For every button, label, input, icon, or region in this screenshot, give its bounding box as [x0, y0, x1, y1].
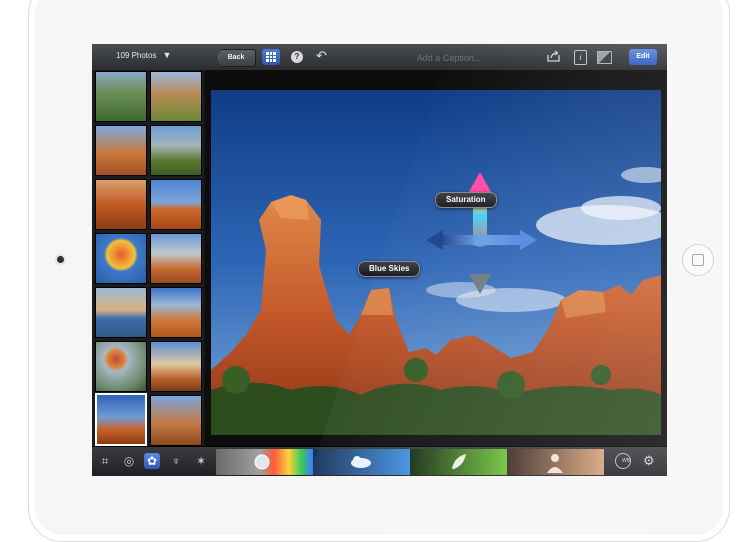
skin-tones-swatch[interactable]: [507, 449, 604, 475]
back-button[interactable]: Back: [216, 49, 256, 67]
crop-icon[interactable]: ⌗: [97, 453, 113, 469]
caption-input[interactable]: [352, 49, 546, 67]
undo-icon[interactable]: ↶: [316, 48, 327, 64]
saturation-swatch[interactable]: [216, 449, 313, 475]
share-icon[interactable]: [547, 50, 560, 62]
white-balance-icon[interactable]: WB: [615, 453, 631, 469]
photo-count-label: 109 Photos: [116, 51, 157, 60]
thumbnail[interactable]: [95, 341, 147, 392]
thumbnail[interactable]: [150, 179, 202, 230]
saturation-label: Saturation: [435, 192, 497, 208]
thumbnail[interactable]: [95, 179, 147, 230]
settings-icon[interactable]: ⚙: [643, 453, 655, 469]
thumbnail[interactable]: [150, 71, 202, 122]
thumbnail[interactable]: [150, 287, 202, 338]
grid-icon[interactable]: [262, 49, 280, 65]
thumbnail[interactable]: [95, 71, 147, 122]
white-balance-label: WB: [621, 458, 630, 464]
photo-viewer[interactable]: Saturation Blue Skies: [205, 70, 667, 446]
compare-icon[interactable]: [597, 51, 612, 64]
help-icon[interactable]: ?: [291, 51, 303, 63]
front-camera: [57, 256, 64, 263]
top-toolbar: 109 Photos ▼ Back ? ↶ i Edit: [92, 44, 667, 71]
effects-icon[interactable]: ✶: [193, 453, 209, 469]
main-photo[interactable]: [211, 90, 661, 435]
thumbnail-selected[interactable]: [95, 393, 147, 446]
thumbnail[interactable]: [95, 287, 147, 338]
blue-skies-swatch[interactable]: [313, 449, 410, 475]
thumbnail[interactable]: [150, 125, 202, 176]
color-palette-icon[interactable]: ✿: [144, 453, 160, 469]
thumbnail[interactable]: [150, 341, 202, 392]
edit-button[interactable]: Edit: [629, 49, 657, 65]
thumbnail-strip[interactable]: [92, 70, 204, 446]
info-icon[interactable]: i: [574, 50, 587, 65]
thumbnail[interactable]: [95, 233, 147, 284]
app-screen: 109 Photos ▼ Back ? ↶ i Edit: [92, 44, 667, 476]
bottom-toolbar: ⌗ ◎ ✿ ♆ ✶ WB ⚙: [92, 446, 667, 476]
photos-dropdown[interactable]: 109 Photos ▼: [116, 50, 171, 60]
blue-skies-label: Blue Skies: [358, 261, 421, 277]
thumbnail[interactable]: [150, 233, 202, 284]
brushes-icon[interactable]: ♆: [168, 453, 184, 469]
exposure-icon[interactable]: ◎: [121, 453, 137, 469]
chevron-down-icon: ▼: [162, 50, 172, 60]
home-button[interactable]: [682, 244, 714, 276]
greenery-swatch[interactable]: [410, 449, 507, 475]
thumbnail[interactable]: [95, 125, 147, 176]
thumbnail[interactable]: [150, 395, 202, 446]
